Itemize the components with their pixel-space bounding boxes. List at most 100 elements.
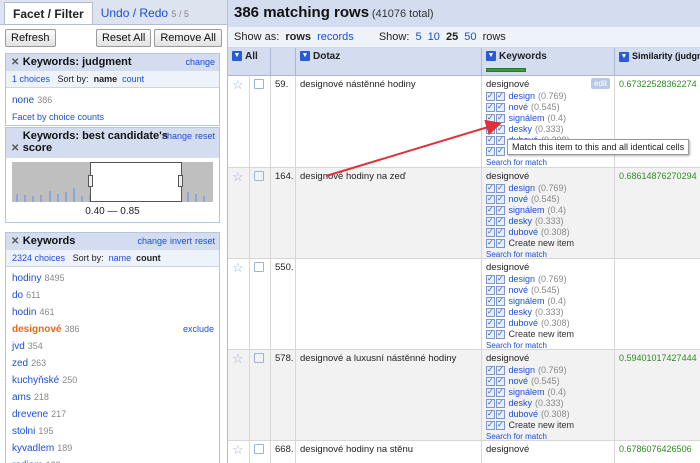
star-icon[interactable]: ☆ bbox=[232, 77, 244, 92]
facet-keywords-change-link[interactable]: change bbox=[137, 236, 167, 246]
keywords-cell[interactable]: designové bbox=[482, 441, 615, 463]
search-for-match-link[interactable]: Search for match bbox=[486, 341, 610, 349]
choice-label[interactable]: stolni bbox=[12, 426, 35, 437]
match-all-icon[interactable] bbox=[496, 386, 505, 398]
match-all-icon[interactable] bbox=[496, 182, 505, 194]
show-as-records[interactable]: records bbox=[317, 31, 354, 43]
candidate-name[interactable]: dubové bbox=[509, 409, 539, 419]
candidate-item[interactable]: desky(0.333) bbox=[486, 215, 610, 227]
list-item[interactable]: designové 386 exclude bbox=[6, 321, 219, 338]
search-for-match-link[interactable]: Search for match bbox=[486, 432, 610, 440]
flag-icon[interactable] bbox=[254, 79, 264, 89]
candidate-item[interactable]: dubové(0.308) bbox=[486, 408, 610, 420]
page-size-25[interactable]: 25 bbox=[446, 31, 458, 43]
choice-label[interactable]: do bbox=[12, 290, 23, 301]
sort-by-count[interactable]: count bbox=[136, 253, 161, 263]
match-one-icon[interactable] bbox=[486, 215, 495, 227]
match-one-icon[interactable] bbox=[486, 226, 495, 238]
match-all-icon[interactable] bbox=[496, 397, 505, 409]
star-cell[interactable]: ☆ bbox=[228, 76, 250, 167]
candidate-item[interactable]: dubové(0.308) bbox=[486, 317, 610, 329]
candidate-name[interactable]: desky bbox=[509, 124, 533, 134]
match-all-icon[interactable] bbox=[496, 328, 505, 340]
match-one-icon[interactable] bbox=[486, 408, 495, 420]
match-one-icon[interactable] bbox=[486, 397, 495, 409]
chevron-down-icon[interactable]: ▼ bbox=[232, 51, 242, 62]
star-cell[interactable]: ☆ bbox=[228, 168, 250, 258]
choice-label[interactable]: none bbox=[12, 95, 34, 106]
search-for-match-link[interactable]: Search for match bbox=[486, 250, 610, 258]
column-header-all[interactable]: ▼ All bbox=[228, 48, 271, 75]
show-as-rows[interactable]: rows bbox=[285, 31, 311, 43]
list-item[interactable]: radiem188 bbox=[6, 457, 219, 463]
candidate-name[interactable]: dubové bbox=[509, 227, 539, 237]
match-all-icon[interactable] bbox=[496, 317, 505, 329]
list-item[interactable]: ams 218 bbox=[6, 389, 219, 406]
close-icon[interactable]: ✕ bbox=[11, 57, 20, 68]
dotaz-cell[interactable]: designové hodiny na stěnu bbox=[296, 441, 482, 463]
candidate-name[interactable]: signálem bbox=[509, 113, 545, 123]
match-one-icon[interactable] bbox=[486, 145, 495, 157]
create-new-item[interactable]: Create new item bbox=[486, 237, 610, 249]
match-one-icon[interactable] bbox=[486, 90, 495, 102]
column-header-dotaz[interactable]: ▼ Dotaz bbox=[296, 48, 482, 75]
match-all-icon[interactable] bbox=[496, 375, 505, 387]
match-all-icon[interactable] bbox=[496, 295, 505, 307]
column-header-keywords[interactable]: ▼ Keywords bbox=[482, 48, 615, 75]
match-all-icon[interactable] bbox=[496, 306, 505, 318]
list-item[interactable]: kyvadlem 189 bbox=[6, 440, 219, 457]
similarity-cell[interactable]: 0.6786076426506 bbox=[615, 441, 700, 463]
match-all-icon[interactable] bbox=[496, 204, 505, 216]
match-one-icon[interactable] bbox=[486, 419, 495, 431]
facet-keywords-reset-link[interactable]: reset bbox=[195, 236, 215, 246]
dotaz-cell[interactable] bbox=[296, 259, 482, 349]
candidate-item[interactable]: desky(0.333) bbox=[486, 397, 610, 409]
choice-label[interactable]: kuchyňské bbox=[12, 375, 59, 386]
candidate-name[interactable]: design bbox=[509, 274, 536, 284]
match-all-icon[interactable] bbox=[496, 273, 505, 285]
flag-icon[interactable] bbox=[254, 262, 264, 272]
candidate-name[interactable]: nové bbox=[509, 102, 529, 112]
similarity-cell[interactable]: 0.68614876270294 bbox=[615, 168, 700, 258]
candidate-item[interactable]: design(0.769) bbox=[486, 273, 610, 285]
star-icon[interactable]: ☆ bbox=[232, 169, 244, 184]
sort-by-name[interactable]: name bbox=[109, 253, 132, 263]
facet-by-choice-counts-link[interactable]: Facet by choice counts bbox=[6, 109, 219, 125]
candidate-name[interactable]: nové bbox=[509, 194, 529, 204]
candidate-item[interactable]: dubové(0.308) bbox=[486, 226, 610, 238]
match-one-icon[interactable] bbox=[486, 364, 495, 376]
match-all-icon[interactable] bbox=[496, 284, 505, 296]
tab-undo-redo[interactable]: Undo / Redo 5 / 5 bbox=[93, 2, 197, 24]
match-one-icon[interactable] bbox=[486, 182, 495, 194]
facet-score-change-link[interactable]: change bbox=[162, 131, 192, 141]
choice-label[interactable]: designové bbox=[12, 324, 61, 335]
star-icon[interactable]: ☆ bbox=[232, 442, 244, 457]
candidate-name[interactable]: design bbox=[509, 183, 536, 193]
similarity-cell[interactable]: 0.59401017427444 bbox=[615, 350, 700, 440]
candidate-item[interactable]: design(0.769) bbox=[486, 182, 610, 194]
list-item[interactable]: none 386 bbox=[6, 88, 219, 109]
list-item[interactable]: stolni 195 bbox=[6, 423, 219, 440]
dotaz-cell[interactable]: designové a luxusní nástěnné hodiny bbox=[296, 350, 482, 440]
match-one-icon[interactable] bbox=[486, 328, 495, 340]
list-item[interactable]: jvd 354 bbox=[6, 338, 219, 355]
choice-label[interactable]: zed bbox=[12, 358, 28, 369]
flag-cell[interactable] bbox=[250, 259, 271, 349]
candidate-item[interactable]: design(0.769) bbox=[486, 364, 610, 376]
histogram-selection[interactable] bbox=[90, 162, 182, 202]
candidate-item[interactable]: nové(0.545) bbox=[486, 375, 610, 387]
chevron-down-icon[interactable]: ▼ bbox=[486, 51, 496, 62]
flag-cell[interactable] bbox=[250, 441, 271, 463]
facet-judgment-choice-count[interactable]: 1 choices bbox=[12, 74, 50, 84]
keywords-cell[interactable]: designové design(0.769) nové(0.545) sign… bbox=[482, 168, 615, 258]
histogram-left-handle[interactable] bbox=[88, 175, 93, 187]
candidate-item[interactable]: signálem(0.4) bbox=[486, 204, 610, 216]
choice-label[interactable]: hodin bbox=[12, 307, 36, 318]
match-all-icon[interactable] bbox=[496, 145, 505, 157]
match-all-icon[interactable] bbox=[496, 123, 505, 135]
match-one-icon[interactable] bbox=[486, 284, 495, 296]
score-histogram[interactable] bbox=[12, 162, 213, 202]
match-all-icon[interactable] bbox=[496, 364, 505, 376]
facet-judgment-change-link[interactable]: change bbox=[185, 57, 215, 67]
chevron-down-icon[interactable]: ▼ bbox=[300, 51, 310, 62]
